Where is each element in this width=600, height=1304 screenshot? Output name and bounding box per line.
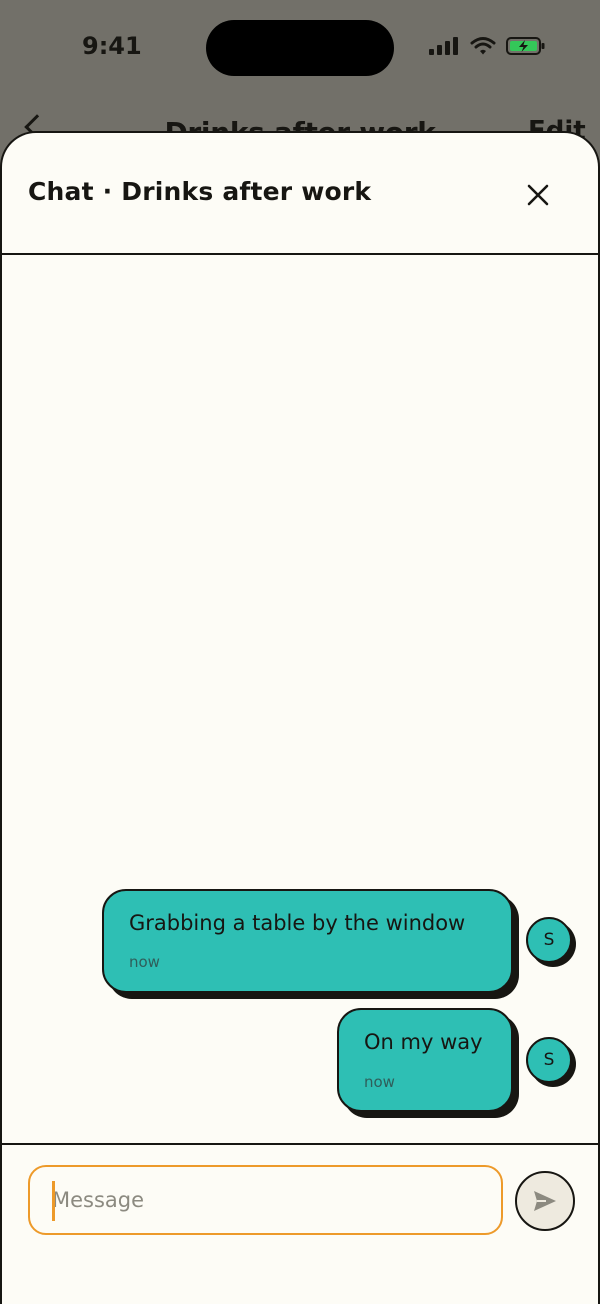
sheet-title: Chat · Drinks after work xyxy=(28,177,372,206)
close-icon xyxy=(527,184,549,206)
avatar-initial: S xyxy=(543,930,555,950)
dynamic-island xyxy=(206,20,394,76)
send-button[interactable] xyxy=(515,1171,575,1231)
wifi-icon xyxy=(470,37,496,55)
avatar[interactable]: S xyxy=(526,1037,572,1083)
avatar[interactable]: S xyxy=(526,917,572,963)
message-list[interactable]: Grabbing a table by the window now S On … xyxy=(2,257,598,1143)
message-timestamp: now xyxy=(129,953,160,971)
message-composer xyxy=(2,1143,598,1304)
message-timestamp: now xyxy=(364,1073,395,1091)
message-text: On my way xyxy=(364,1030,483,1054)
message-bubble[interactable]: Grabbing a table by the window now xyxy=(102,889,513,993)
send-icon xyxy=(534,1191,556,1211)
status-bar: 9:41 xyxy=(0,0,600,96)
status-icons xyxy=(428,36,546,56)
sheet-header: Chat · Drinks after work xyxy=(2,133,598,255)
avatar-initial: S xyxy=(543,1050,555,1070)
close-button[interactable] xyxy=(516,173,560,217)
message-input[interactable] xyxy=(28,1165,503,1235)
text-caret xyxy=(52,1181,55,1221)
message-text: Grabbing a table by the window xyxy=(129,911,466,935)
battery-charging-icon xyxy=(506,37,545,55)
chat-sheet: Chat · Drinks after work Grabbing a tabl… xyxy=(0,131,600,1304)
signal-icon xyxy=(429,37,458,55)
message-bubble[interactable]: On my way now xyxy=(337,1008,513,1112)
status-time: 9:41 xyxy=(82,32,142,60)
